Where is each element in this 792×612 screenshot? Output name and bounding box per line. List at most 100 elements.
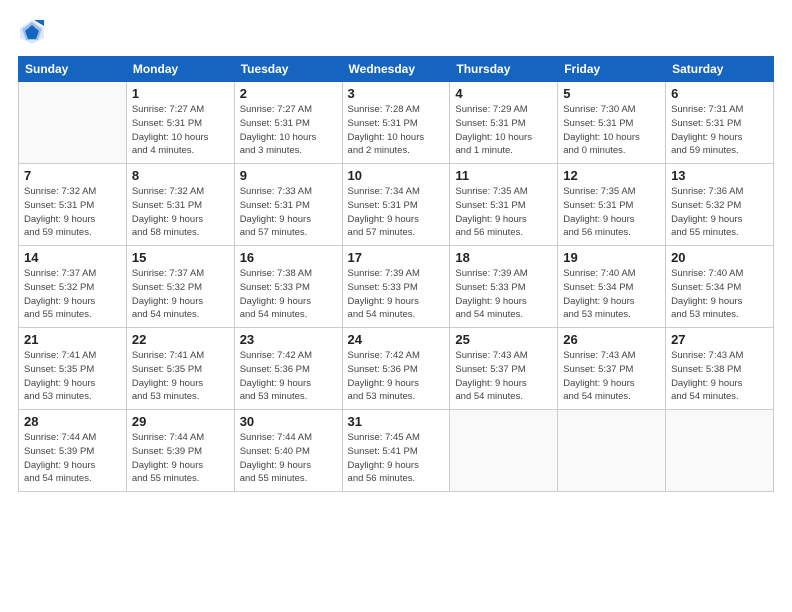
day-info: Sunrise: 7:44 AM Sunset: 5:40 PM Dayligh… [240, 431, 337, 486]
day-info: Sunrise: 7:27 AM Sunset: 5:31 PM Dayligh… [240, 103, 337, 158]
day-info: Sunrise: 7:41 AM Sunset: 5:35 PM Dayligh… [24, 349, 121, 404]
calendar-cell: 24 Sunrise: 7:42 AM Sunset: 5:36 PM Dayli… [342, 328, 450, 410]
day-number: 19 [563, 250, 660, 265]
day-info: Sunrise: 7:30 AM Sunset: 5:31 PM Dayligh… [563, 103, 660, 158]
page-header [18, 18, 774, 46]
weekday-header-row: SundayMondayTuesdayWednesdayThursdayFrid… [19, 57, 774, 82]
calendar-cell: 1Sunrise: 7:27 AM Sunset: 5:31 PM Daylig… [126, 82, 234, 164]
day-info: Sunrise: 7:40 AM Sunset: 5:34 PM Dayligh… [671, 267, 768, 322]
day-number: 29 [132, 414, 229, 429]
day-info: Sunrise: 7:43 AM Sunset: 5:38 PM Dayligh… [671, 349, 768, 404]
day-info: Sunrise: 7:37 AM Sunset: 5:32 PM Dayligh… [24, 267, 121, 322]
calendar-cell: 22 Sunrise: 7:41 AM Sunset: 5:35 PM Dayli… [126, 328, 234, 410]
calendar-cell: 9Sunrise: 7:33 AM Sunset: 5:31 PM Daylig… [234, 164, 342, 246]
weekday-tuesday: Tuesday [234, 57, 342, 82]
day-number: 26 [563, 332, 660, 347]
day-info: Sunrise: 7:38 AM Sunset: 5:33 PM Dayligh… [240, 267, 337, 322]
day-info: Sunrise: 7:43 AM Sunset: 5:37 PM Dayligh… [563, 349, 660, 404]
day-number: 16 [240, 250, 337, 265]
calendar-cell [19, 82, 127, 164]
page-container: SundayMondayTuesdayWednesdayThursdayFrid… [0, 0, 792, 612]
day-number: 6 [671, 86, 768, 101]
day-number: 5 [563, 86, 660, 101]
calendar-cell: 7 Sunrise: 7:32 AM Sunset: 5:31 PM Daylig… [19, 164, 127, 246]
calendar-cell: 6 Sunrise: 7:31 AM Sunset: 5:31 PM Daylig… [666, 82, 774, 164]
weekday-monday: Monday [126, 57, 234, 82]
logo [18, 18, 50, 46]
day-info: Sunrise: 7:43 AM Sunset: 5:37 PM Dayligh… [455, 349, 552, 404]
day-info: Sunrise: 7:35 AM Sunset: 5:31 PM Dayligh… [455, 185, 552, 240]
day-number: 12 [563, 168, 660, 183]
calendar-cell: 5 Sunrise: 7:30 AM Sunset: 5:31 PM Daylig… [558, 82, 666, 164]
weekday-thursday: Thursday [450, 57, 558, 82]
day-info: Sunrise: 7:27 AM Sunset: 5:31 PM Dayligh… [132, 103, 229, 158]
calendar-cell: 8 Sunrise: 7:32 AM Sunset: 5:31 PM Daylig… [126, 164, 234, 246]
logo-icon [18, 18, 46, 46]
day-number: 25 [455, 332, 552, 347]
calendar-cell: 13 Sunrise: 7:36 AM Sunset: 5:32 PM Dayli… [666, 164, 774, 246]
day-info: Sunrise: 7:44 AM Sunset: 5:39 PM Dayligh… [132, 431, 229, 486]
calendar-cell: 18Sunrise: 7:39 AM Sunset: 5:33 PM Dayli… [450, 246, 558, 328]
day-info: Sunrise: 7:39 AM Sunset: 5:33 PM Dayligh… [348, 267, 445, 322]
calendar-cell: 20Sunrise: 7:40 AM Sunset: 5:34 PM Dayli… [666, 246, 774, 328]
calendar-week-row: 14Sunrise: 7:37 AM Sunset: 5:32 PM Dayli… [19, 246, 774, 328]
day-number: 3 [348, 86, 445, 101]
day-info: Sunrise: 7:33 AM Sunset: 5:31 PM Dayligh… [240, 185, 337, 240]
day-info: Sunrise: 7:42 AM Sunset: 5:36 PM Dayligh… [240, 349, 337, 404]
day-info: Sunrise: 7:29 AM Sunset: 5:31 PM Dayligh… [455, 103, 552, 158]
day-info: Sunrise: 7:42 AM Sunset: 5:36 PM Dayligh… [348, 349, 445, 404]
day-info: Sunrise: 7:44 AM Sunset: 5:39 PM Dayligh… [24, 431, 121, 486]
calendar-table: SundayMondayTuesdayWednesdayThursdayFrid… [18, 56, 774, 492]
calendar-week-row: 1Sunrise: 7:27 AM Sunset: 5:31 PM Daylig… [19, 82, 774, 164]
calendar-cell [450, 410, 558, 492]
day-number: 21 [24, 332, 121, 347]
calendar-cell: 23 Sunrise: 7:42 AM Sunset: 5:36 PM Dayli… [234, 328, 342, 410]
day-number: 24 [348, 332, 445, 347]
day-number: 23 [240, 332, 337, 347]
day-info: Sunrise: 7:35 AM Sunset: 5:31 PM Dayligh… [563, 185, 660, 240]
day-info: Sunrise: 7:28 AM Sunset: 5:31 PM Dayligh… [348, 103, 445, 158]
day-number: 18 [455, 250, 552, 265]
day-number: 4 [455, 86, 552, 101]
day-number: 7 [24, 168, 121, 183]
calendar-cell: 14Sunrise: 7:37 AM Sunset: 5:32 PM Dayli… [19, 246, 127, 328]
calendar-cell: 25 Sunrise: 7:43 AM Sunset: 5:37 PM Dayli… [450, 328, 558, 410]
day-number: 22 [132, 332, 229, 347]
calendar-cell: 15 Sunrise: 7:37 AM Sunset: 5:32 PM Dayli… [126, 246, 234, 328]
calendar-week-row: 28 Sunrise: 7:44 AM Sunset: 5:39 PM Dayli… [19, 410, 774, 492]
weekday-friday: Friday [558, 57, 666, 82]
day-number: 17 [348, 250, 445, 265]
calendar-cell: 26 Sunrise: 7:43 AM Sunset: 5:37 PM Dayli… [558, 328, 666, 410]
day-info: Sunrise: 7:36 AM Sunset: 5:32 PM Dayligh… [671, 185, 768, 240]
calendar-cell: 19 Sunrise: 7:40 AM Sunset: 5:34 PM Dayli… [558, 246, 666, 328]
calendar-week-row: 7 Sunrise: 7:32 AM Sunset: 5:31 PM Daylig… [19, 164, 774, 246]
day-number: 15 [132, 250, 229, 265]
day-number: 30 [240, 414, 337, 429]
day-number: 13 [671, 168, 768, 183]
calendar-cell [558, 410, 666, 492]
day-number: 10 [348, 168, 445, 183]
calendar-cell: 30 Sunrise: 7:44 AM Sunset: 5:40 PM Dayli… [234, 410, 342, 492]
calendar-cell [666, 410, 774, 492]
day-info: Sunrise: 7:37 AM Sunset: 5:32 PM Dayligh… [132, 267, 229, 322]
day-info: Sunrise: 7:32 AM Sunset: 5:31 PM Dayligh… [24, 185, 121, 240]
day-info: Sunrise: 7:34 AM Sunset: 5:31 PM Dayligh… [348, 185, 445, 240]
day-info: Sunrise: 7:41 AM Sunset: 5:35 PM Dayligh… [132, 349, 229, 404]
day-number: 11 [455, 168, 552, 183]
day-info: Sunrise: 7:40 AM Sunset: 5:34 PM Dayligh… [563, 267, 660, 322]
day-number: 28 [24, 414, 121, 429]
calendar-cell: 12 Sunrise: 7:35 AM Sunset: 5:31 PM Dayli… [558, 164, 666, 246]
day-info: Sunrise: 7:31 AM Sunset: 5:31 PM Dayligh… [671, 103, 768, 158]
day-info: Sunrise: 7:45 AM Sunset: 5:41 PM Dayligh… [348, 431, 445, 486]
calendar-cell: 31Sunrise: 7:45 AM Sunset: 5:41 PM Dayli… [342, 410, 450, 492]
calendar-cell: 3 Sunrise: 7:28 AM Sunset: 5:31 PM Daylig… [342, 82, 450, 164]
weekday-wednesday: Wednesday [342, 57, 450, 82]
calendar-cell: 4 Sunrise: 7:29 AM Sunset: 5:31 PM Daylig… [450, 82, 558, 164]
calendar-cell: 28 Sunrise: 7:44 AM Sunset: 5:39 PM Dayli… [19, 410, 127, 492]
day-info: Sunrise: 7:32 AM Sunset: 5:31 PM Dayligh… [132, 185, 229, 240]
day-number: 8 [132, 168, 229, 183]
day-number: 2 [240, 86, 337, 101]
weekday-saturday: Saturday [666, 57, 774, 82]
calendar-cell: 11 Sunrise: 7:35 AM Sunset: 5:31 PM Dayli… [450, 164, 558, 246]
calendar-week-row: 21 Sunrise: 7:41 AM Sunset: 5:35 PM Dayli… [19, 328, 774, 410]
